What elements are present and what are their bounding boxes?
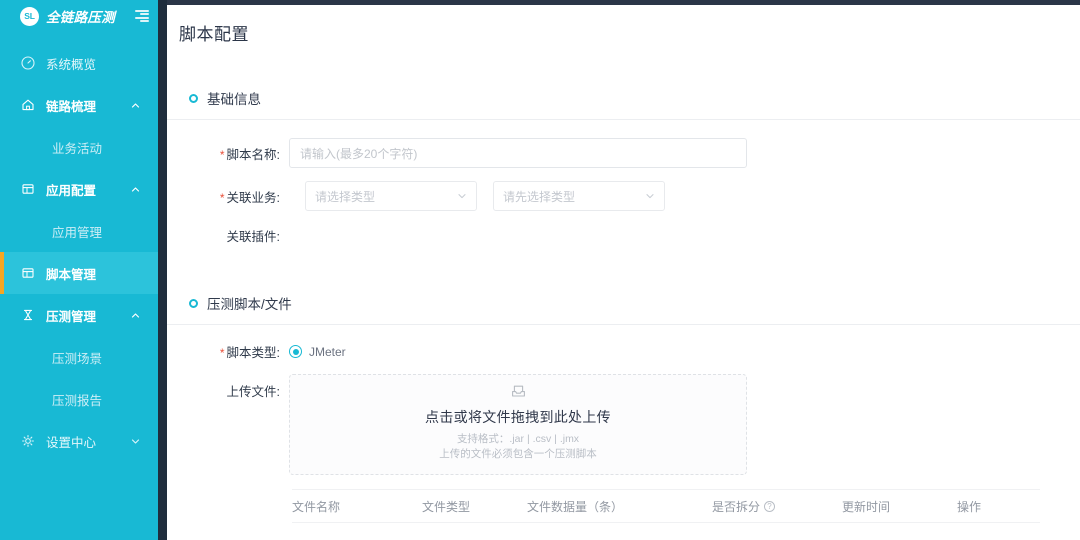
page-title: 脚本配置 (179, 25, 249, 44)
sidebar-item-label: 脚本管理 (46, 267, 97, 282)
required-mark: * (219, 147, 225, 162)
radio-icon (289, 345, 302, 358)
header-label: 文件类型 (422, 499, 471, 514)
sidebar-item-label: 压测场景 (52, 351, 103, 366)
inbox-upload-icon (290, 384, 746, 403)
dropzone-format-hint: 支持格式：.jar | .csv | .jmx (456, 433, 580, 445)
label-text: 关联业务: (226, 190, 280, 205)
sidebar-item-stress-report[interactable]: 压测报告 (0, 378, 158, 420)
sidebar-item-app-management[interactable]: 应用管理 (0, 210, 158, 252)
sidebar-item-link-analysis[interactable]: 链路梳理 (0, 84, 158, 126)
table-header-file-type[interactable]: 文件类型 (422, 498, 527, 515)
header-label: 是否拆分 (712, 499, 761, 514)
main-content: 脚本配置 基础信息 * 脚本名称: 请输入(最多20个字符) * 关联业务: 请… (167, 0, 1080, 540)
sidebar-item-label: 设置中心 (46, 435, 97, 450)
table-header-actions[interactable]: 操作 (957, 498, 981, 515)
database-icon (20, 266, 35, 281)
select-placeholder: 请先选择类型 (503, 189, 576, 204)
sidebar-item-script-management[interactable]: 脚本管理 (0, 252, 158, 294)
brand-logo[interactable]: SL 全链路压测 (0, 0, 158, 32)
required-mark: * (219, 190, 225, 205)
radio-label: JMeter (309, 344, 346, 359)
script-type-label: * 脚本类型: (189, 342, 289, 361)
sidebar-nav: 系统概览 链路梳理 业务活动 应用配置 应用管理 脚本管理 压测管理 压测场景 … (0, 32, 158, 462)
sidebar-item-app-config[interactable]: 应用配置 (0, 168, 158, 210)
section-ring-icon (189, 298, 198, 308)
related-business-row: * 关联业务: 请选择类型 请先选择类型 (167, 181, 1080, 211)
sidebar-item-stress-management[interactable]: 压测管理 (0, 294, 158, 336)
required-mark: * (219, 346, 225, 360)
sidebar-item-business-activity[interactable]: 业务活动 (0, 126, 158, 168)
chevron-up-icon[interactable] (131, 101, 140, 110)
app-root: SL 全链路压测 系统概览 链路梳理 业务活动 应用配置 应用管理 脚本管理 压… (0, 0, 1080, 540)
business-subtype-select[interactable]: 请先选择类型 (493, 181, 665, 211)
section-title: 基础信息 (207, 92, 261, 107)
table-header-update-time[interactable]: 更新时间 (842, 498, 957, 515)
header-label: 文件名称 (292, 499, 341, 514)
header-label: 操作 (957, 499, 982, 514)
sidebar-item-label: 业务活动 (52, 141, 103, 156)
label-text: 关联插件: (226, 230, 280, 244)
top-bar (167, 0, 1080, 5)
dropzone-main-text: 点击或将文件拖拽到此处上传 (425, 409, 611, 425)
sidebar-item-label: 应用管理 (52, 225, 103, 240)
input-placeholder: 请输入(最多20个字符) (300, 146, 418, 161)
script-name-input[interactable]: 请输入(最多20个字符) (289, 138, 747, 168)
script-file-heading: 压测脚本/文件 (167, 293, 1080, 313)
chevron-down-icon[interactable] (131, 437, 140, 446)
table-header-file-name[interactable]: 文件名称 (292, 498, 422, 515)
basic-info-heading: 基础信息 (167, 88, 1080, 108)
chevron-down-icon (645, 191, 655, 201)
hourglass-icon (20, 308, 35, 323)
sidebar-item-settings-center[interactable]: 设置中心 (0, 420, 158, 462)
script-type-radio-jmeter[interactable]: JMeter (289, 345, 346, 359)
label-text: 脚本名称: (226, 147, 280, 162)
related-plugin-row: 关联插件: (167, 226, 1080, 245)
section-divider (167, 119, 1080, 120)
sidebar-item-label: 压测管理 (46, 309, 97, 324)
dashboard-icon (20, 56, 35, 71)
sidebar-divider (158, 0, 167, 540)
table-header-split[interactable]: 是否拆分 ? (712, 498, 842, 515)
sidebar-item-label: 系统概览 (46, 57, 97, 72)
sidebar-item-label: 链路梳理 (46, 99, 97, 114)
section-ring-icon (189, 93, 198, 103)
file-table-header: 文件名称 文件类型 文件数据量（条） 是否拆分 ? 更新时间 操作 (292, 489, 1040, 523)
sidebar-item-system-overview[interactable]: 系统概览 (0, 42, 158, 84)
brand-name: 全链路压测 (46, 10, 115, 25)
header-label: 文件数据量（条） (527, 499, 624, 514)
label-text: 脚本类型: (226, 346, 280, 360)
business-type-select[interactable]: 请选择类型 (305, 181, 477, 211)
upload-file-row: 上传文件: 点击或将文件拖拽到此处上传 支持格式：.jar | .csv | .… (167, 374, 1080, 475)
question-circle-icon[interactable]: ? (764, 500, 776, 512)
logo-badge: SL (20, 6, 39, 26)
gear-icon (20, 434, 35, 449)
select-placeholder: 请选择类型 (315, 189, 376, 204)
script-file-section: 压测脚本/文件 * 脚本类型: JMeter 上传文件: 点击或将文件拖拽到此处… (167, 293, 1080, 523)
section-title: 压测脚本/文件 (207, 297, 292, 312)
header-label: 更新时间 (842, 499, 891, 514)
sidebar-item-label: 压测报告 (52, 393, 103, 408)
label-text: 上传文件: (226, 385, 280, 399)
script-name-row: * 脚本名称: 请输入(最多20个字符) (167, 138, 1080, 168)
sidebar: SL 全链路压测 系统概览 链路梳理 业务活动 应用配置 应用管理 脚本管理 压… (0, 0, 158, 540)
related-business-label: * 关联业务: (189, 187, 289, 206)
home-icon (20, 98, 35, 113)
file-dropzone[interactable]: 点击或将文件拖拽到此处上传 支持格式：.jar | .csv | .jmx 上传… (289, 374, 747, 475)
chevron-up-icon[interactable] (131, 185, 140, 194)
basic-info-section: 基础信息 *脚本名称: 请输入(最多20个字符) *关联业务: 请选择类型 (167, 88, 1080, 245)
upload-file-label: 上传文件: (189, 374, 289, 400)
script-type-row: * 脚本类型: JMeter (167, 342, 1080, 361)
chevron-up-icon[interactable] (131, 311, 140, 320)
sidebar-item-stress-scenario[interactable]: 压测场景 (0, 336, 158, 378)
table-header-data-count[interactable]: 文件数据量（条） (527, 498, 712, 515)
related-plugin-label: 关联插件: (189, 226, 289, 245)
sidebar-item-label: 应用配置 (46, 183, 97, 198)
dropzone-requirement-hint: 上传的文件必须包含一个压测脚本 (439, 448, 597, 460)
section-divider (167, 324, 1080, 325)
menu-fold-icon[interactable] (135, 10, 149, 22)
database-icon (20, 182, 35, 197)
script-name-label: * 脚本名称: (189, 144, 289, 163)
chevron-down-icon (457, 191, 467, 201)
